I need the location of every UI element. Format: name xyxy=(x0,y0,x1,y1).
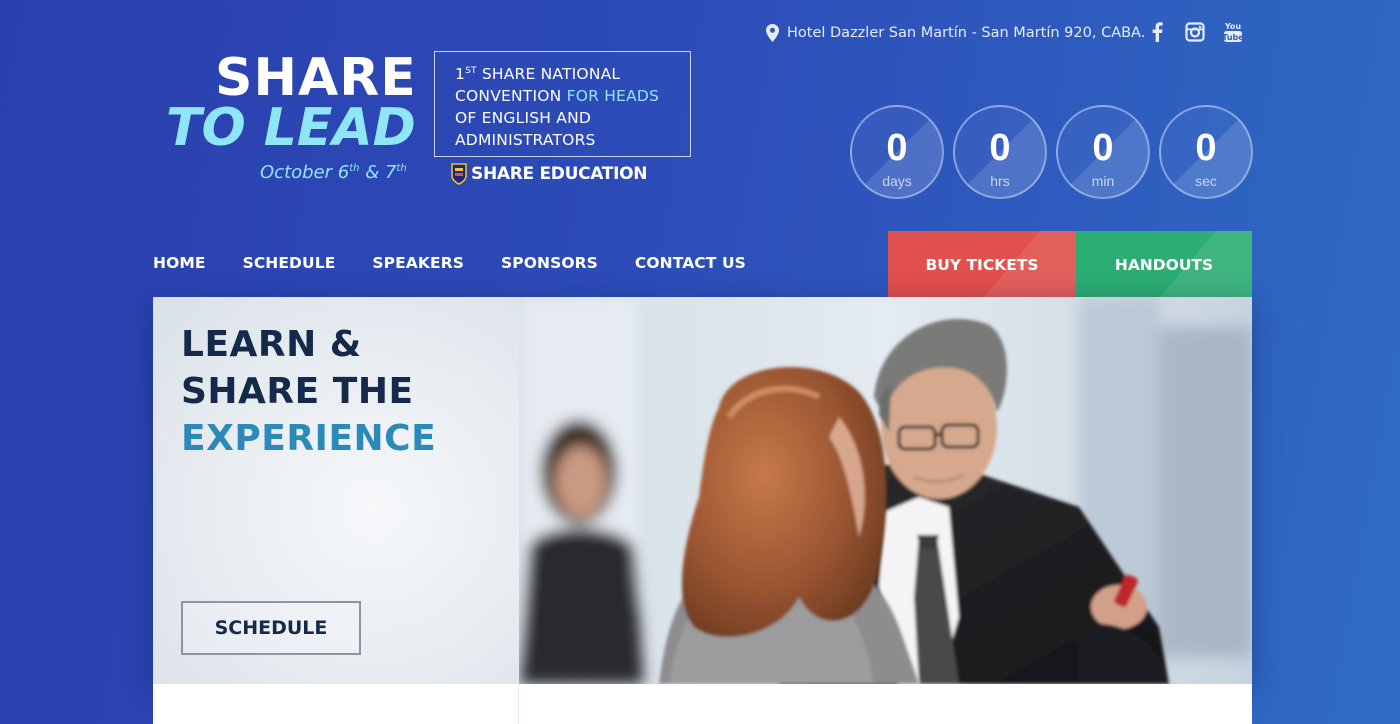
svg-text:You: You xyxy=(1224,22,1242,31)
crest-icon xyxy=(451,163,467,185)
logo-share: SHARE xyxy=(215,48,417,108)
map-pin-icon xyxy=(766,24,779,42)
convention-title-box: 1ST SHARE NATIONAL CONVENTION FOR HEADS … xyxy=(434,51,691,157)
column-divider xyxy=(518,684,519,724)
buy-tickets-button[interactable]: BUY TICKETS xyxy=(888,231,1076,298)
logo-to-lead: TO LEAD xyxy=(166,98,416,158)
social-links: You Tube xyxy=(1146,20,1244,44)
hero-text-panel: LEARN & SHARE THE EXPERIENCE SCHEDULE xyxy=(153,297,519,684)
hero-headline: LEARN & SHARE THE EXPERIENCE xyxy=(181,324,437,459)
countdown-timer: 0 days 0 hrs 0 min 0 sec xyxy=(850,105,1253,199)
venue-address: Hotel Dazzler San Martín - San Martín 92… xyxy=(766,24,1145,42)
handouts-button[interactable]: HANDOUTS xyxy=(1076,231,1252,298)
nav-contact-us[interactable]: CONTACT US xyxy=(635,254,746,272)
hero-photo xyxy=(519,297,1252,684)
hero-banner: LEARN & SHARE THE EXPERIENCE SCHEDULE xyxy=(153,297,1252,684)
nav-home[interactable]: HOME xyxy=(153,254,206,272)
main-nav: HOME SCHEDULE SPEAKERS SPONSORS CONTACT … xyxy=(153,254,746,272)
countdown-days: 0 days xyxy=(850,105,944,199)
youtube-icon[interactable]: You Tube xyxy=(1222,20,1244,44)
logo[interactable]: SHARE TO LEAD October 6th & 7th 1ST SHAR… xyxy=(160,50,700,190)
schedule-button[interactable]: SCHEDULE xyxy=(181,601,361,655)
share-education-brand: SHARE EDUCATION xyxy=(451,163,648,185)
event-dates: October 6th & 7th xyxy=(260,162,407,183)
svg-text:Tube: Tube xyxy=(1223,33,1243,42)
content-strip xyxy=(153,684,1252,724)
countdown-minutes: 0 min xyxy=(1056,105,1150,199)
nav-schedule[interactable]: SCHEDULE xyxy=(243,254,336,272)
business-people-photo xyxy=(519,297,1252,684)
countdown-hours: 0 hrs xyxy=(953,105,1047,199)
countdown-seconds: 0 sec xyxy=(1159,105,1253,199)
facebook-icon[interactable] xyxy=(1146,20,1168,44)
instagram-icon[interactable] xyxy=(1184,20,1206,44)
nav-sponsors[interactable]: SPONSORS xyxy=(501,254,598,272)
nav-speakers[interactable]: SPEAKERS xyxy=(372,254,464,272)
